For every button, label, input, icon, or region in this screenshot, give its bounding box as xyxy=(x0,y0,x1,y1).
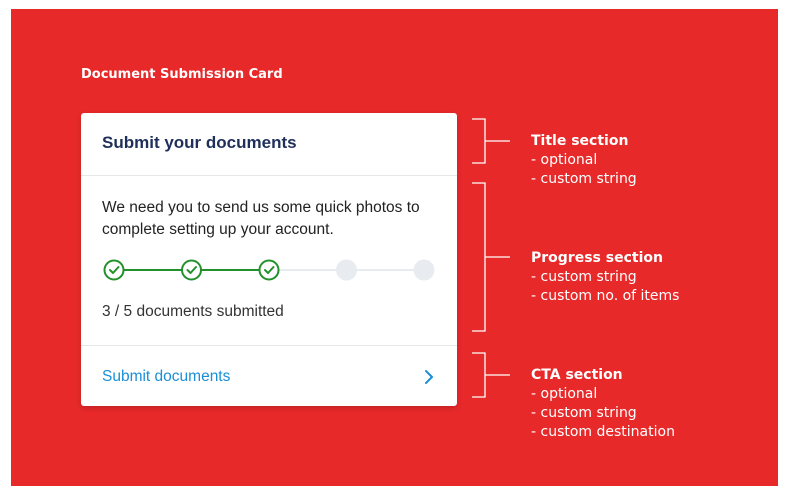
step-pending xyxy=(336,259,357,281)
annotation-cta-section: CTA section xyxy=(531,367,623,383)
document-submission-card: Submit your documents We need you to sen… xyxy=(81,113,457,406)
step-pending xyxy=(413,259,435,281)
cta-label: Submit documents xyxy=(102,368,231,385)
submit-documents-button[interactable]: Submit documents xyxy=(81,346,457,406)
annotation-item: - custom string xyxy=(531,405,637,421)
annotation-item: - custom string xyxy=(531,269,637,285)
title-bracket xyxy=(472,118,510,164)
chevron-right-icon xyxy=(425,370,433,384)
step-complete xyxy=(103,259,125,281)
progress-bracket xyxy=(472,182,510,332)
annotation-item: - custom string xyxy=(531,171,637,187)
annotation-title-section: Title section xyxy=(531,133,629,149)
step-complete xyxy=(181,259,202,281)
annotation-item: - optional xyxy=(531,386,598,402)
diagram-heading: Document Submission Card xyxy=(81,67,283,82)
step-complete xyxy=(258,259,280,281)
cta-bracket xyxy=(472,352,510,398)
annotation-item: - custom destination xyxy=(531,424,675,440)
annotation-item: - custom no. of items xyxy=(531,288,680,304)
annotation-item: - optional xyxy=(531,152,598,168)
progress-count: 3 / 5 documents submitted xyxy=(102,303,284,320)
annotation-progress-section: Progress section xyxy=(531,250,663,266)
